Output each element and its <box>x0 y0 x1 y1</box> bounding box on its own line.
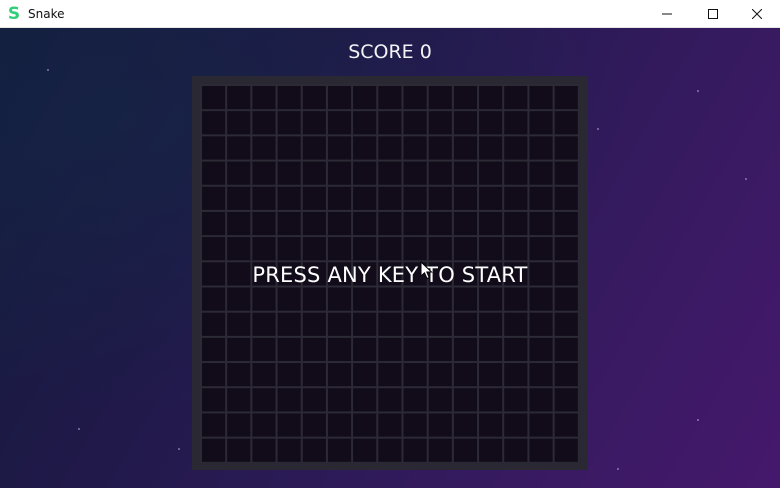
background-star <box>178 448 180 450</box>
close-icon <box>752 9 762 19</box>
minimize-icon <box>662 9 672 19</box>
background-star <box>697 90 699 92</box>
background-star <box>745 178 747 180</box>
game-area[interactable]: SCORE 0 PRESS ANY KEY TO START <box>0 28 780 488</box>
window-title: Snake <box>28 7 65 21</box>
snake-app-icon: S <box>7 4 21 24</box>
start-prompt: PRESS ANY KEY TO START <box>252 263 528 287</box>
background-star <box>617 468 619 470</box>
title-bar[interactable]: S Snake <box>0 0 780 28</box>
background-star <box>47 69 49 71</box>
mouse-pointer-icon <box>420 261 433 280</box>
close-button[interactable] <box>734 0 780 28</box>
score-display: SCORE 0 <box>348 41 432 63</box>
maximize-icon <box>708 9 718 19</box>
background-star <box>78 428 80 430</box>
background-star <box>597 128 599 130</box>
game-window: S Snake SCORE 0 PRESS ANY KEY TO START <box>0 0 780 488</box>
minimize-button[interactable] <box>644 0 690 28</box>
background-star <box>697 419 699 421</box>
maximize-button[interactable] <box>690 0 736 28</box>
